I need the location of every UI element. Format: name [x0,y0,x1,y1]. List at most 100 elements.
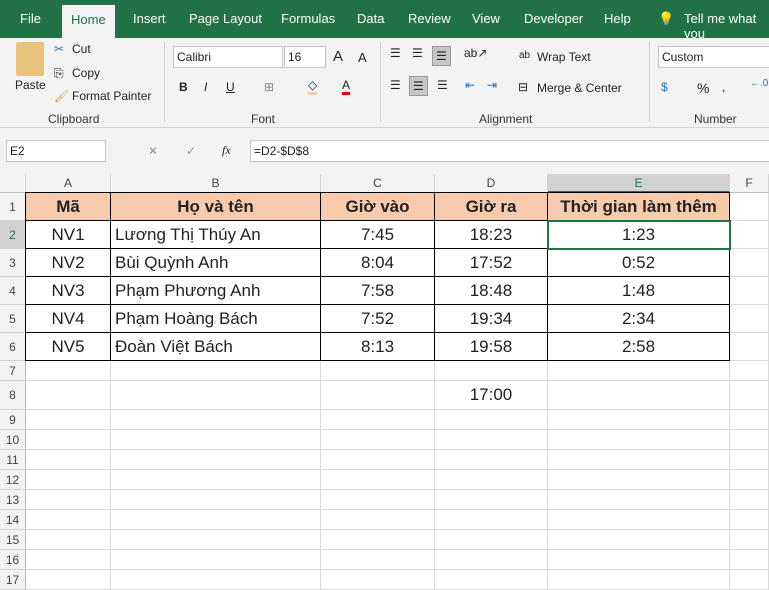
table-cell[interactable]: 0:52 [547,248,730,277]
cell[interactable] [321,410,435,430]
table-cell[interactable]: 7:58 [320,276,435,305]
cell[interactable] [111,570,321,590]
table-cell[interactable]: 18:48 [434,276,548,305]
row-header-6[interactable]: 6 [0,333,26,361]
increase-decimal-icon[interactable]: ←.0 [750,78,768,89]
borders-icon[interactable]: ⊞ [264,80,274,94]
table-cell[interactable]: 2:58 [547,332,730,361]
cell[interactable] [321,490,435,510]
row-header-12[interactable]: 12 [0,470,26,490]
align-center-icon[interactable]: ☰ [409,76,428,96]
cell[interactable] [730,450,769,470]
table-cell[interactable]: 19:58 [434,332,548,361]
cell[interactable] [26,450,111,470]
tab-developer[interactable]: Developer [524,11,583,26]
cell[interactable] [26,361,111,381]
row-header-1[interactable]: 1 [0,193,26,221]
cell[interactable] [548,410,730,430]
cell[interactable] [435,470,548,490]
cell[interactable] [730,490,769,510]
row-header-13[interactable]: 13 [0,490,26,510]
table-cell[interactable]: Phạm Phương Anh [110,276,321,305]
cell[interactable] [435,550,548,570]
cell[interactable] [26,490,111,510]
cell[interactable] [111,361,321,381]
cell[interactable] [730,249,769,277]
cell[interactable] [435,530,548,550]
table-cell[interactable]: 2:34 [547,304,730,333]
align-right-icon[interactable]: ☰ [437,78,448,92]
font-color-icon[interactable]: A [342,78,351,95]
font-name-select[interactable]: Calibri [173,46,283,68]
table-cell[interactable]: NV5 [25,332,111,361]
cell[interactable] [321,381,435,410]
row-header-7[interactable]: 7 [0,361,26,381]
column-header-D[interactable]: D [435,174,548,193]
cell[interactable] [111,410,321,430]
cell[interactable] [321,450,435,470]
row-header-4[interactable]: 4 [0,277,26,305]
cell[interactable] [730,430,769,450]
row-header-11[interactable]: 11 [0,450,26,470]
cell[interactable] [435,430,548,450]
cell[interactable] [111,450,321,470]
underline-icon[interactable]: U [226,80,235,94]
decrease-indent-icon[interactable]: ⇤ [465,78,475,92]
cell-d8[interactable]: 17:00 [435,381,548,410]
cell[interactable] [730,333,769,361]
row-header-16[interactable]: 16 [0,550,26,570]
cell[interactable] [321,530,435,550]
tell-me-search[interactable]: Tell me what you [684,11,769,41]
cell[interactable] [730,193,769,221]
italic-icon[interactable]: I [204,80,207,94]
cell[interactable] [321,361,435,381]
row-header-5[interactable]: 5 [0,305,26,333]
increase-indent-icon[interactable]: ⇥ [487,78,497,92]
cell[interactable] [435,450,548,470]
cell[interactable] [321,550,435,570]
tab-help[interactable]: Help [604,11,631,26]
number-format-select[interactable]: Custom [658,46,769,68]
row-header-17[interactable]: 17 [0,570,26,590]
cell[interactable] [548,510,730,530]
cell[interactable] [321,470,435,490]
orientation-icon[interactable]: ab↗ [464,46,487,60]
decrease-font-icon[interactable]: A [358,50,367,65]
header-cell[interactable]: Giờ ra [434,192,548,221]
cell[interactable] [435,361,548,381]
cell[interactable] [26,470,111,490]
insert-function-icon[interactable]: fx [222,143,231,158]
row-header-2[interactable]: 2 [0,221,26,249]
table-cell[interactable]: 7:52 [320,304,435,333]
cell[interactable] [111,381,321,410]
align-middle-icon[interactable]: ☰ [412,46,423,60]
cell[interactable] [111,470,321,490]
table-cell[interactable]: Bùi Quỳnh Anh [110,248,321,277]
selected-cell-e2[interactable] [547,220,731,250]
cell[interactable] [26,510,111,530]
formula-input[interactable]: =D2-$D$8 [250,140,769,162]
cell[interactable] [730,570,769,590]
cell[interactable] [730,361,769,381]
table-cell[interactable]: 7:45 [320,220,435,249]
tab-file[interactable]: File [20,11,41,26]
table-cell[interactable]: 8:13 [320,332,435,361]
row-header-3[interactable]: 3 [0,249,26,277]
cell[interactable] [111,530,321,550]
table-cell[interactable]: Phạm Hoàng Bách [110,304,321,333]
paste-icon[interactable] [16,42,44,76]
align-bottom-icon[interactable]: ☰ [432,46,451,66]
enter-icon[interactable]: ✓ [186,144,196,158]
cell[interactable] [548,530,730,550]
cell[interactable] [548,381,730,410]
font-size-select[interactable]: 16 [284,46,326,68]
cell[interactable] [730,510,769,530]
cell[interactable] [26,410,111,430]
header-cell[interactable]: Họ và tên [110,192,321,221]
cell[interactable] [111,550,321,570]
cancel-icon[interactable]: ✕ [148,144,158,158]
cell[interactable] [26,381,111,410]
table-cell[interactable]: Đoàn Việt Bách [110,332,321,361]
bold-icon[interactable]: B [179,80,188,94]
select-all-corner[interactable] [0,174,26,193]
